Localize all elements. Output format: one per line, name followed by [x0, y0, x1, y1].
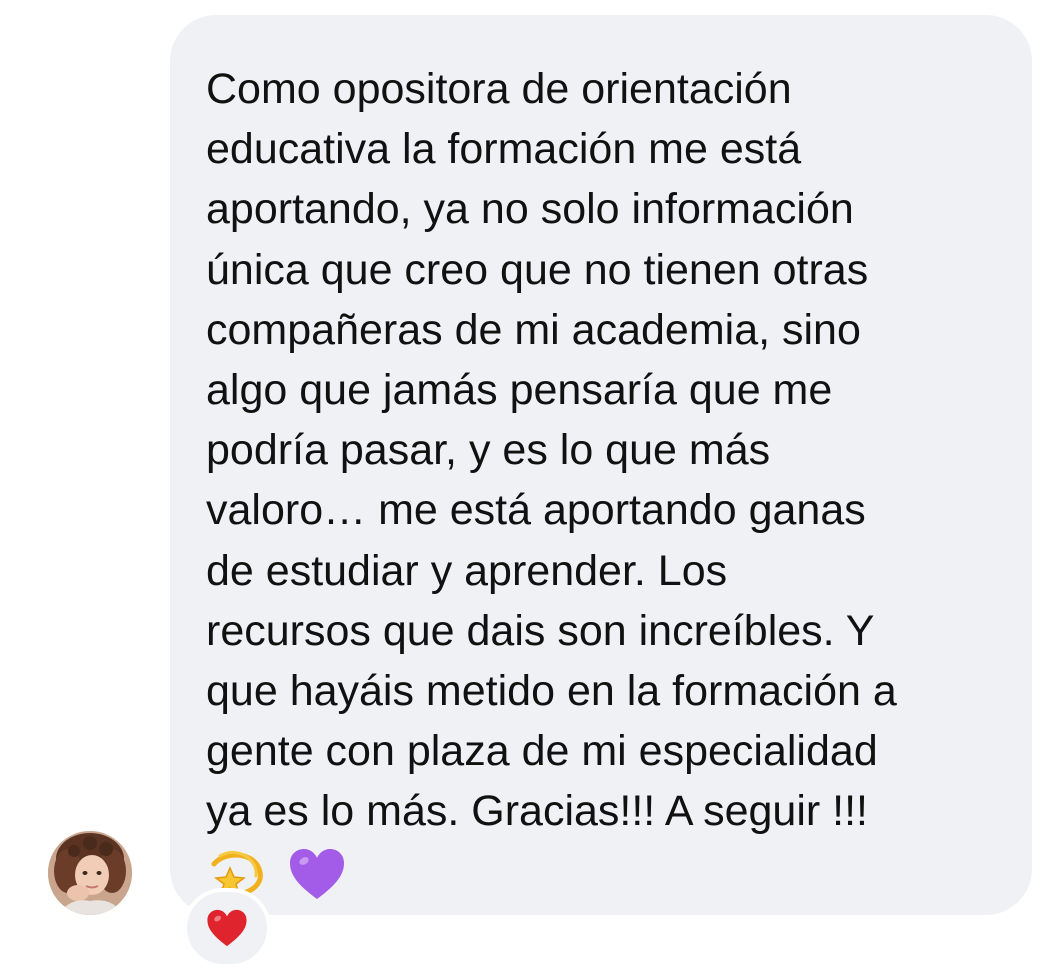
message-line: recursos que dais son increíbles. Y — [206, 606, 875, 655]
message-line: valoro… me está aportando ganas — [206, 486, 866, 535]
message-line: podría pasar, y es lo que más — [206, 426, 771, 475]
red-heart-icon — [207, 909, 247, 947]
message-line: gente con plaza de mi especialidad — [206, 727, 878, 776]
message-line: de estudiar y aprender. Los — [206, 546, 728, 595]
message-line: compañeras de mi academia, sino — [206, 305, 861, 354]
message-line: algo que jamás pensaría que me — [206, 366, 833, 415]
message-text: Como opositora de orientación educativa … — [206, 59, 992, 902]
chat-message-row: Como opositora de orientación educativa … — [0, 0, 1056, 977]
avatar-illustration — [48, 831, 132, 915]
message-line: aportando, ya no solo información — [206, 185, 854, 234]
message-line: única que creo que no tienen otras — [206, 245, 869, 294]
avatar[interactable] — [48, 831, 132, 915]
reaction-chip[interactable] — [183, 888, 271, 968]
message-line: ya es lo más. Gracias!!! A seguir !!! — [206, 787, 868, 836]
purple-heart-icon — [289, 849, 344, 900]
message-line: Como opositora de orientación — [206, 65, 792, 113]
message-line: educativa la formación me está — [206, 125, 802, 174]
message-line: que hayáis metido en la formación a — [206, 667, 897, 716]
message-bubble[interactable]: Como opositora de orientación educativa … — [170, 15, 1032, 915]
